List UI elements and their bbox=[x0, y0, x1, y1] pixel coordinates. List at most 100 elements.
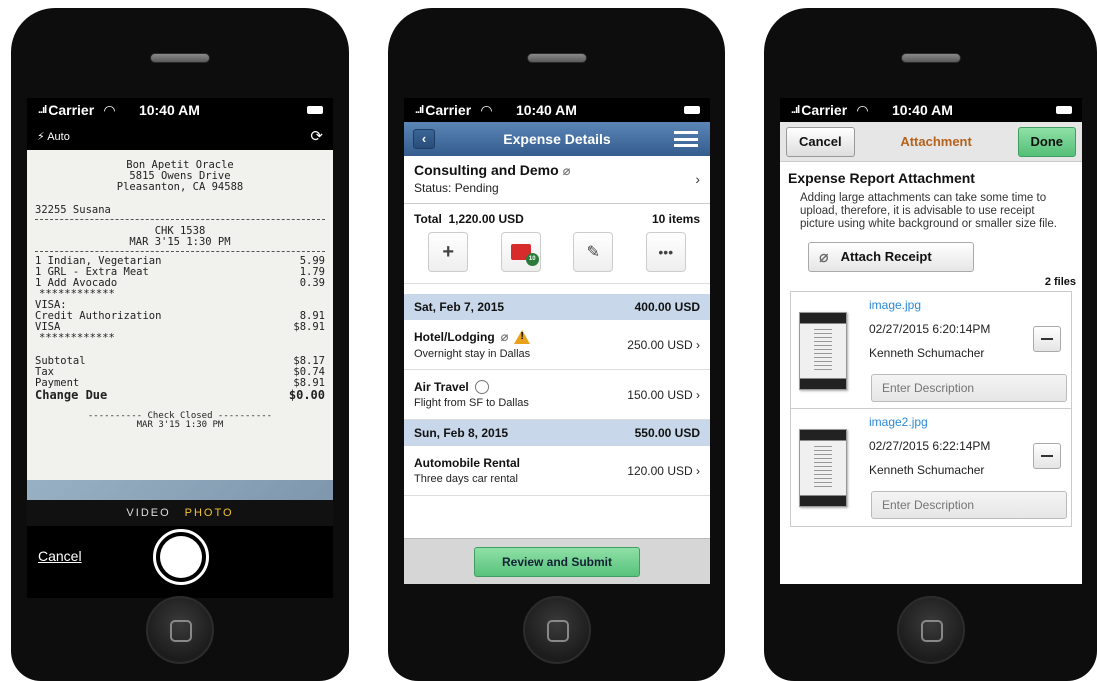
receipt-divider bbox=[35, 251, 325, 253]
expense-desc: Overnight stay in Dallas bbox=[414, 348, 531, 360]
expense-row[interactable]: Hotel/Lodging⌀ Overnight stay in Dallas … bbox=[404, 320, 710, 370]
chevron-right-icon: › bbox=[696, 337, 700, 352]
receipt-line: Subtotal $8.17 bbox=[35, 355, 325, 368]
remove-file-button[interactable] bbox=[1033, 442, 1061, 469]
expense-name: Automobile Rental bbox=[414, 456, 521, 470]
home-button[interactable] bbox=[146, 596, 214, 664]
file-date: 02/27/2015 6:22:14PM bbox=[869, 438, 991, 453]
receipt-check-time: MAR 3'15 1:30 PM bbox=[129, 236, 231, 249]
expense-amount: 250.00 USD › bbox=[627, 337, 700, 352]
status-time: 10:40 AM bbox=[138, 102, 200, 118]
report-status: Status: Pending bbox=[414, 181, 499, 195]
cancel-button[interactable]: Cancel bbox=[786, 126, 855, 157]
menu-icon[interactable] bbox=[674, 131, 698, 147]
carrier-label: Carrier bbox=[801, 102, 848, 118]
report-title: Consulting and Demo ⌀ bbox=[414, 162, 571, 178]
camera-cancel-button[interactable]: Cancel bbox=[38, 548, 82, 564]
receipt-thumbnail[interactable] bbox=[799, 428, 847, 507]
receipt-divider bbox=[35, 219, 325, 221]
warning-icon bbox=[514, 330, 531, 344]
wallet-badge: 10 bbox=[525, 253, 539, 266]
attachment-info: Adding large attachments can take some t… bbox=[800, 192, 1057, 231]
camera-top-bar: ⚡ Auto ⟳ bbox=[27, 122, 333, 150]
chevron-left-icon: ‹ bbox=[421, 131, 427, 146]
expense-desc: Three days car rental bbox=[414, 473, 518, 485]
report-header[interactable]: Consulting and Demo ⌀ Status: Pending › bbox=[404, 156, 710, 204]
speaker-grille bbox=[526, 53, 587, 63]
attach-receipt-button[interactable]: ⌀ Attach Receipt bbox=[808, 241, 974, 272]
expense-nav-bar: ‹ Expense Details bbox=[404, 122, 710, 156]
nav-title: Attachment bbox=[900, 134, 972, 149]
file-user: Kenneth Schumacher bbox=[869, 462, 985, 477]
speaker-grille bbox=[150, 53, 210, 63]
expense-row[interactable]: Air Travel Flight from SF to Dallas 150.… bbox=[404, 370, 710, 420]
battery-icon bbox=[1056, 106, 1072, 114]
pencil-icon: ✎ bbox=[586, 244, 600, 261]
attachment-screen: ..ıl Carrier ◠ 10:40 AM Cancel Attachmen… bbox=[780, 98, 1082, 584]
status-time: 10:40 AM bbox=[515, 102, 577, 118]
home-square-icon bbox=[546, 620, 569, 642]
expense-screen: ..ıl Carrier ◠ 10:40 AM ‹ Expense Detail… bbox=[404, 98, 710, 584]
home-button[interactable] bbox=[896, 596, 965, 664]
flash-icon: ⚡ bbox=[37, 130, 45, 143]
chevron-right-icon: › bbox=[695, 171, 700, 187]
flash-label: Auto bbox=[47, 130, 70, 143]
day-total: 550.00 USD bbox=[634, 426, 700, 440]
wifi-icon: ◠ bbox=[104, 101, 115, 118]
add-expense-button[interactable]: + bbox=[428, 232, 469, 272]
status-bar: ..ıl Carrier ◠ 10:40 AM bbox=[780, 98, 1082, 122]
wifi-icon: ◠ bbox=[857, 101, 868, 118]
carrier-label: Carrier bbox=[425, 102, 472, 118]
mode-photo[interactable]: PHOTO bbox=[185, 507, 234, 519]
receipt-server: 32255 Susana bbox=[35, 204, 111, 217]
phone-camera: ..ıl Carrier ◠ 10:40 AM ⚡ Auto ⟳ Bon Ape… bbox=[11, 8, 349, 681]
receipt-thumbnail[interactable] bbox=[799, 311, 847, 390]
phone-expense: ..ıl Carrier ◠ 10:40 AM ‹ Expense Detail… bbox=[388, 8, 725, 681]
signal-icon: ..ıl bbox=[38, 104, 47, 116]
receipt-header-3: Pleasanton, CA 94588 bbox=[116, 181, 244, 194]
phone-attachment: ..ıl Carrier ◠ 10:40 AM Cancel Attachmen… bbox=[764, 8, 1097, 681]
carrier-label: Carrier bbox=[48, 102, 95, 118]
chevron-right-icon: › bbox=[696, 387, 700, 402]
travel-globe-icon bbox=[474, 380, 489, 394]
more-button[interactable]: ••• bbox=[645, 232, 686, 272]
total-row: Total 1,220.00 USD 10 items bbox=[404, 204, 710, 226]
back-button[interactable]: ‹ bbox=[413, 129, 435, 149]
paperclip-icon: ⌀ bbox=[500, 329, 509, 344]
mode-video[interactable]: VIDEO bbox=[126, 507, 170, 519]
file-card: image2.jpg 02/27/2015 6:22:14PM Kenneth … bbox=[790, 408, 1072, 527]
wifi-icon: ◠ bbox=[481, 101, 492, 118]
signal-icon: ..ıl bbox=[791, 104, 800, 116]
camera-screen: ..ıl Carrier ◠ 10:40 AM ⚡ Auto ⟳ Bon Ape… bbox=[27, 98, 333, 598]
items-count: 10 items bbox=[651, 212, 700, 226]
action-toolbar: + 10 ✎ ••• bbox=[404, 226, 710, 284]
description-input[interactable] bbox=[871, 490, 1067, 519]
receipt-stars: ************ bbox=[39, 332, 115, 345]
status-bar: ..ıl Carrier ◠ 10:40 AM bbox=[27, 98, 333, 122]
remove-file-button[interactable] bbox=[1033, 325, 1061, 352]
total-label: Total bbox=[414, 212, 442, 226]
switch-camera-icon[interactable]: ⟳ bbox=[310, 127, 323, 145]
home-button[interactable] bbox=[522, 596, 591, 664]
expense-name: Air Travel bbox=[414, 380, 529, 394]
done-button[interactable]: Done bbox=[1017, 126, 1076, 157]
review-submit-button[interactable]: Review and Submit bbox=[474, 546, 640, 577]
receipt-closed-time: MAR 3'15 1:30 PM bbox=[136, 420, 224, 431]
battery-icon bbox=[684, 106, 700, 114]
expense-amount: 150.00 USD › bbox=[627, 387, 700, 402]
camera-controls: Cancel bbox=[27, 526, 333, 598]
total-value: 1,220.00 USD bbox=[448, 212, 524, 226]
wallet-icon: 10 bbox=[510, 244, 539, 266]
receipt-line: Credit Authorization 8.91 bbox=[35, 310, 325, 323]
shutter-button[interactable] bbox=[153, 529, 209, 585]
file-name-link[interactable]: image2.jpg bbox=[869, 415, 928, 429]
expense-name: Hotel/Lodging ⌀ bbox=[414, 329, 531, 345]
camera-viewfinder: Bon Apetit Oracle 5815 Owens Drive Pleas… bbox=[27, 150, 333, 500]
edit-button[interactable]: ✎ bbox=[573, 232, 614, 272]
flash-toggle[interactable]: ⚡ Auto bbox=[37, 130, 70, 143]
file-name-link[interactable]: image.jpg bbox=[869, 298, 921, 312]
description-input[interactable] bbox=[871, 373, 1067, 402]
wallet-button[interactable]: 10 bbox=[500, 232, 541, 272]
expense-row[interactable]: Automobile Rental Three days car rental … bbox=[404, 446, 710, 496]
stage: ..ıl Carrier ◠ 10:40 AM ⚡ Auto ⟳ Bon Ape… bbox=[0, 0, 1097, 681]
